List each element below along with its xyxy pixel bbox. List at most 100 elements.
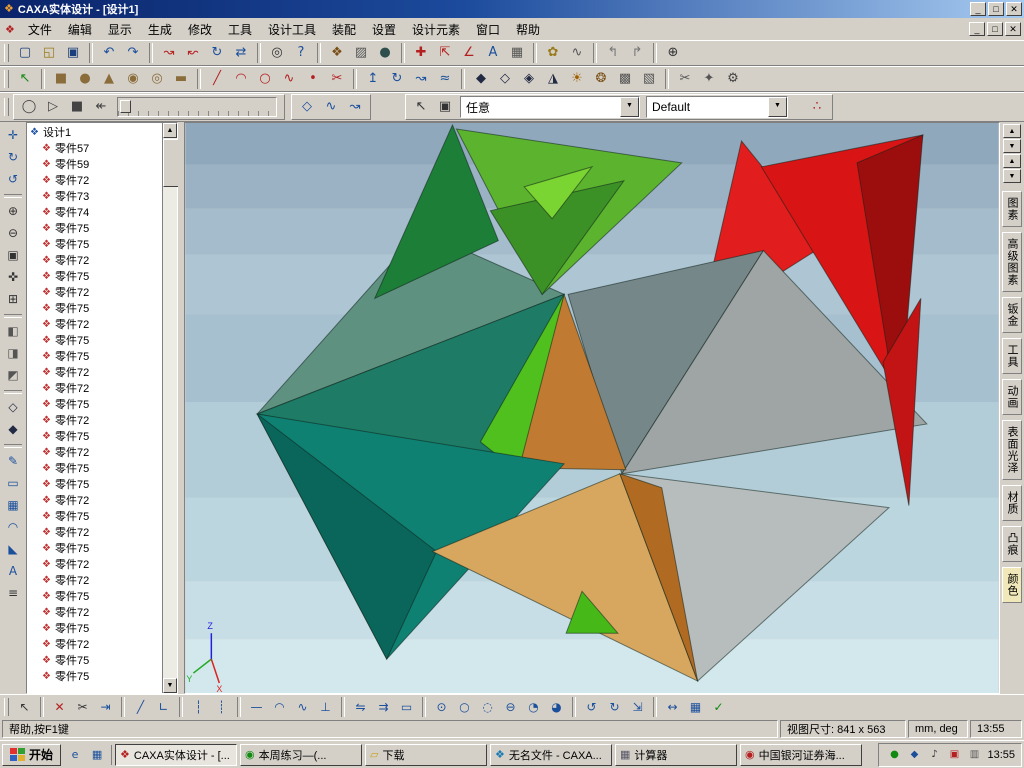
wireframe-toggle-icon[interactable]: ◇ (2, 397, 24, 418)
side-tab[interactable]: 钣金 (1002, 297, 1022, 333)
tree-item[interactable]: ❖ 零件72 (27, 556, 162, 572)
spline-tool-icon[interactable]: ∿ (292, 696, 313, 717)
sweep-feature-icon[interactable]: ↝ (410, 68, 432, 90)
selection-filter-dropdown[interactable]: 任意 ▼ (460, 96, 640, 118)
toolbar-grip[interactable] (4, 44, 9, 62)
tree-item[interactable]: ❖ 零件73 (27, 188, 162, 204)
sketch-spline-icon[interactable]: ∿ (278, 68, 300, 90)
offset-curve-icon[interactable]: ⇉ (373, 696, 394, 717)
menu-item[interactable]: 帮助 (508, 18, 548, 41)
mdi-minimize-button[interactable]: _ (969, 22, 985, 36)
style-dropdown[interactable]: Default ▼ (646, 96, 788, 118)
side-tab[interactable]: 高级图素 (1002, 232, 1022, 292)
grid-toggle-icon[interactable]: ▦ (685, 696, 706, 717)
fit-view-icon[interactable]: ⊞ (2, 289, 24, 310)
side-tab[interactable]: 图素 (1002, 191, 1022, 227)
tray-antivirus-icon[interactable]: ● (886, 747, 902, 763)
mdi-close-button[interactable]: ✕ (1005, 22, 1021, 36)
move-view-icon[interactable]: ✛ (2, 125, 24, 146)
tree-item[interactable]: ❖ 零件75 (27, 332, 162, 348)
insert-block-icon[interactable]: ■ (50, 68, 72, 90)
tree-root-item[interactable]: ❖ 设计1 (27, 124, 162, 140)
tree-item[interactable]: ❖ 零件75 (27, 460, 162, 476)
mirror-sketch-icon[interactable]: ⇋ (350, 696, 371, 717)
tree-item[interactable]: ❖ 零件72 (27, 572, 162, 588)
tray-volume-icon[interactable]: ♪ (926, 747, 942, 763)
scroll-up-icon[interactable]: ▲ (163, 123, 177, 138)
texture-settings-icon[interactable]: ▩ (614, 68, 636, 90)
sketch-circle-icon[interactable]: ○ (254, 68, 276, 90)
tangent-arc-icon[interactable]: ◠ (269, 696, 290, 717)
front-view-icon[interactable]: ◧ (2, 321, 24, 342)
background-settings-icon[interactable]: ▧ (638, 68, 660, 90)
zoom-window-icon[interactable]: ▣ (2, 245, 24, 266)
menu-item[interactable]: 显示 (100, 18, 140, 41)
rotate-right-sketch-icon[interactable]: ↻ (604, 696, 625, 717)
tree-item[interactable]: ❖ 零件72 (27, 492, 162, 508)
view-redo-icon[interactable]: ↱ (626, 42, 648, 64)
save-design-icon[interactable]: ▣ (62, 42, 84, 64)
lock-tool-icon[interactable]: ✦ (698, 68, 720, 90)
chevron-down-icon[interactable]: ▼ (620, 97, 639, 117)
select-window-icon[interactable]: ▣ (434, 96, 456, 118)
anchor-icon[interactable]: ✚ (410, 42, 432, 64)
insert-torus-icon[interactable]: ◎ (146, 68, 168, 90)
perpendicular-line-icon[interactable]: ⊥ (315, 696, 336, 717)
tree-item[interactable]: ❖ 零件59 (27, 156, 162, 172)
taskbar-task[interactable]: ❖ 无名文件 - CAXA... (490, 743, 613, 766)
cut-tool-icon[interactable]: ✂ (674, 68, 696, 90)
scroll-down-icon[interactable]: ▼ (1003, 169, 1021, 183)
new-design-icon[interactable]: ▢ (14, 42, 36, 64)
zoom-search-icon[interactable]: ⊕ (662, 42, 684, 64)
maximize-button[interactable]: □ (988, 2, 1004, 16)
hidden-line-display-icon[interactable]: ◈ (518, 68, 540, 90)
rotate-view-icon[interactable]: ↻ (2, 147, 24, 168)
animation-rewind-icon[interactable]: ↞ (90, 96, 112, 118)
text-3d-icon[interactable]: A (2, 561, 24, 582)
two-point-line-icon[interactable]: ╱ (130, 696, 151, 717)
gear-tool-icon[interactable]: ✿ (542, 42, 564, 64)
mdi-restore-button[interactable]: □ (987, 22, 1003, 36)
scroll-up-icon[interactable]: ▲ (1003, 154, 1021, 168)
scrollbar-thumb[interactable] (163, 139, 179, 187)
animation-record-icon[interactable]: ◯ (18, 96, 40, 118)
trim-curve-icon[interactable]: ✂ (72, 696, 93, 717)
circle-2pt-icon[interactable]: ○ (454, 696, 475, 717)
shade-toggle-icon[interactable]: ◆ (2, 419, 24, 440)
tree-item[interactable]: ❖ 零件75 (27, 476, 162, 492)
tree-item[interactable]: ❖ 零件75 (27, 668, 162, 684)
tree-item[interactable]: ❖ 零件75 (27, 236, 162, 252)
rotate-left-sketch-icon[interactable]: ↺ (581, 696, 602, 717)
delete-segment-icon[interactable]: ✕ (49, 696, 70, 717)
revolve-feature-icon[interactable]: ↻ (386, 68, 408, 90)
tree-item[interactable]: ❖ 零件75 (27, 348, 162, 364)
tree-scrollbar[interactable]: ▲ ▼ (162, 123, 179, 693)
tree-item[interactable]: ❖ 零件75 (27, 396, 162, 412)
construction-line-icon[interactable]: ┆ (188, 696, 209, 717)
project-curve-icon[interactable]: ↝ (158, 42, 180, 64)
more-tools-icon[interactable]: ≡ (2, 583, 24, 604)
extrude-feature-icon[interactable]: ↥ (362, 68, 384, 90)
finish-sketch-icon[interactable]: ✓ (708, 696, 729, 717)
tree-item[interactable]: ❖ 零件72 (27, 604, 162, 620)
tree-item[interactable]: ❖ 零件72 (27, 380, 162, 396)
rotate-feature-icon[interactable]: ↻ (206, 42, 228, 64)
slider-thumb[interactable] (120, 100, 131, 113)
quicklaunch-browser-icon[interactable]: e (65, 744, 86, 765)
ellipse-tool-icon[interactable]: ⊖ (500, 696, 521, 717)
hatch-display-icon[interactable]: ▨ (350, 42, 372, 64)
render-options-icon[interactable]: ❖ (326, 42, 348, 64)
pattern-tool-icon[interactable]: ▦ (2, 495, 24, 516)
toolbar-grip[interactable] (4, 697, 9, 716)
menu-item[interactable]: 生成 (140, 18, 180, 41)
taskbar-task[interactable]: ◉ 中国银河证券海... (740, 743, 863, 766)
start-button[interactable]: 开始 (2, 743, 62, 766)
tree-item[interactable]: ❖ 零件75 (27, 508, 162, 524)
side-tab[interactable]: 材质 (1002, 485, 1022, 521)
tree-item[interactable]: ❖ 零件75 (27, 220, 162, 236)
keyframe-icon[interactable]: ◇ (296, 96, 318, 118)
spring-tool-icon[interactable]: ∿ (566, 42, 588, 64)
bom-table-icon[interactable]: ▦ (506, 42, 528, 64)
menu-item[interactable]: 装配 (324, 18, 364, 41)
undo-icon[interactable]: ↶ (98, 42, 120, 64)
